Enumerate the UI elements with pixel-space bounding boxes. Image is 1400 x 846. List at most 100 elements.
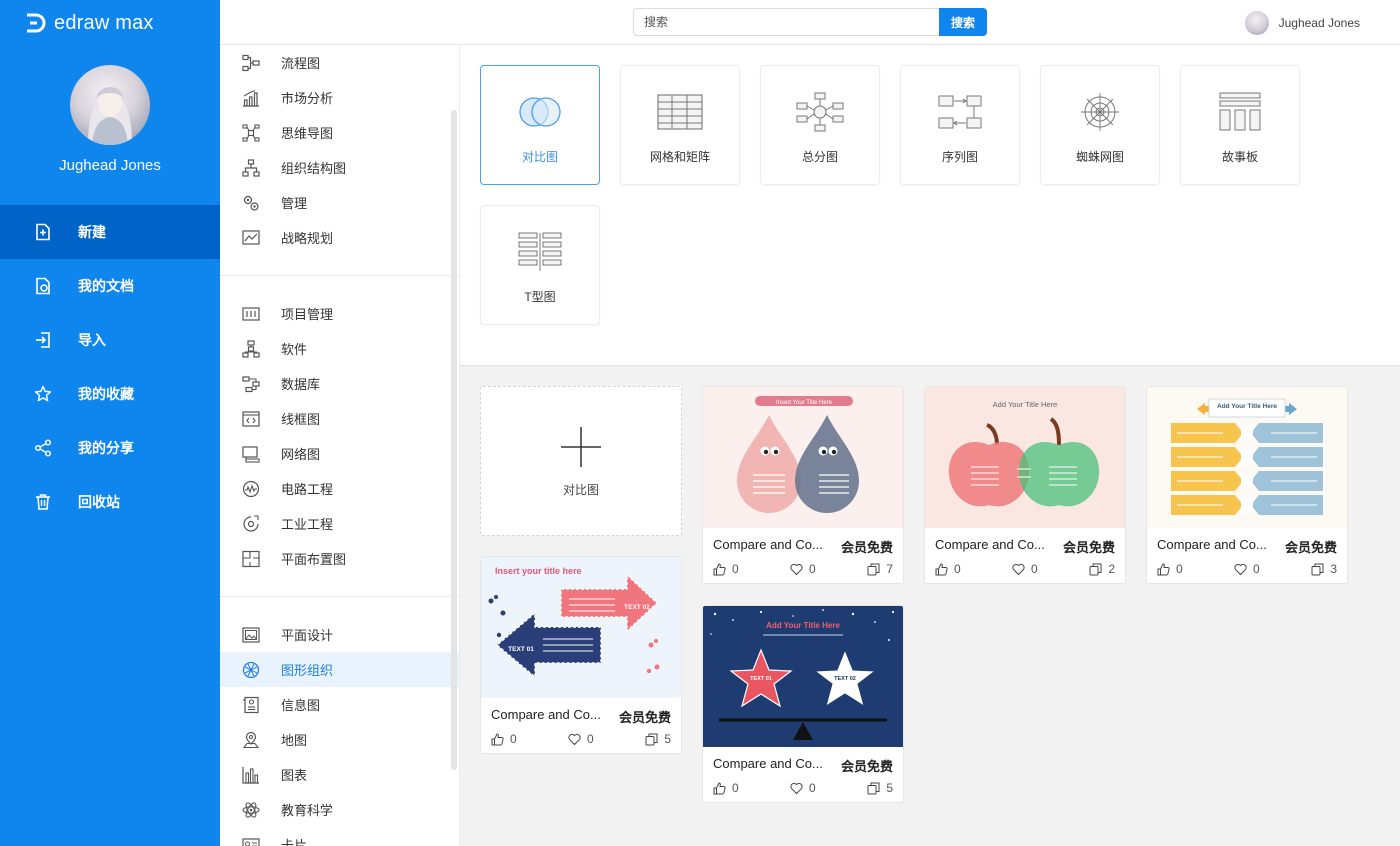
- template-card[interactable]: Add Your Title Here TEXT 01 TEXT 02 Comp…: [702, 605, 904, 803]
- type-card-comparison[interactable]: 对比图: [480, 65, 600, 185]
- favorites-stat[interactable]: 0: [790, 781, 816, 795]
- category-item-infographic[interactable]: 信息图: [220, 687, 459, 722]
- top-header: 搜索 Jughead Jones: [220, 0, 1400, 45]
- category-item-circuit[interactable]: 电路工程: [220, 471, 459, 506]
- type-card-hub-spoke[interactable]: 总分图: [760, 65, 880, 185]
- category-label: 思维导图: [281, 126, 334, 141]
- category-item-wireframe[interactable]: 线框图: [220, 401, 459, 436]
- type-card-label: 故事板: [1221, 150, 1258, 164]
- favorites-stat[interactable]: 0: [1234, 562, 1260, 576]
- favorites-stat[interactable]: 0: [568, 732, 594, 746]
- spider-web-icon: [1081, 93, 1119, 131]
- category-item-management[interactable]: 管理: [220, 185, 459, 220]
- type-card-label: 总分图: [801, 150, 838, 164]
- likes-count: 0: [732, 562, 739, 576]
- category-item-database[interactable]: 数据库: [220, 366, 459, 401]
- type-card-storyboard[interactable]: 故事板: [1180, 65, 1300, 185]
- copies-count: 5: [664, 732, 671, 746]
- copies-stat[interactable]: 3: [1311, 562, 1337, 576]
- template-thumbnail: Insert your title here TEXT 02 TEXT 01: [481, 557, 681, 698]
- likes-stat[interactable]: 0: [713, 781, 739, 795]
- search-input[interactable]: [633, 8, 939, 36]
- likes-stat[interactable]: 0: [713, 562, 739, 576]
- template-card[interactable]: Add Your Title Here Compare and Co... 会员…: [1146, 386, 1348, 584]
- favorites-count: 0: [809, 781, 816, 795]
- category-item-graphic-organizer[interactable]: 图形组织: [220, 652, 459, 687]
- likes-count: 0: [510, 732, 517, 746]
- type-card-spider-web[interactable]: 蜘蛛网图: [1040, 65, 1160, 185]
- bar-chart-icon: [243, 89, 259, 107]
- nav-item-my-shares[interactable]: 我的分享: [0, 421, 220, 475]
- likes-stat[interactable]: 0: [491, 732, 517, 746]
- nav-item-label: 我的文档: [78, 278, 134, 294]
- industrial-icon: [243, 514, 259, 532]
- favorites-stat[interactable]: 0: [1012, 562, 1038, 576]
- thumbnail-heading: Insert Your Title Here: [776, 400, 833, 406]
- graphic-organizer-icon: [242, 661, 260, 678]
- nav-item-favorites[interactable]: 我的收藏: [0, 367, 220, 421]
- nav-item-import[interactable]: 导入: [0, 313, 220, 367]
- nav-item-new[interactable]: 新建: [0, 205, 220, 259]
- category-item-mind-map[interactable]: 思维导图: [220, 115, 459, 150]
- search-button[interactable]: 搜索: [939, 8, 987, 36]
- thumbnail-label: TEXT 02: [624, 604, 650, 611]
- category-label: 线框图: [281, 412, 321, 427]
- category-item-floor-plan[interactable]: 平面布置图: [220, 541, 459, 576]
- user-avatar[interactable]: [70, 65, 150, 145]
- category-scrollbar[interactable]: [451, 110, 457, 770]
- type-card-sequence[interactable]: 序列图: [900, 65, 1020, 185]
- favorites-stat[interactable]: 0: [790, 562, 816, 576]
- template-price: 会员免费: [840, 540, 893, 555]
- nav-item-recycle-bin[interactable]: 回收站: [0, 475, 220, 529]
- category-item-market-analysis[interactable]: 市场分析: [220, 80, 459, 115]
- type-card-label: 网格和矩阵: [649, 150, 710, 164]
- likes-stat[interactable]: 0: [935, 562, 961, 576]
- category-item-software[interactable]: 软件: [220, 331, 459, 366]
- new-blank-template-card[interactable]: 对比图: [480, 386, 682, 536]
- category-item-education-science[interactable]: 教育科学: [220, 792, 459, 827]
- flowchart-icon: [242, 54, 260, 71]
- copies-stat[interactable]: 2: [1089, 562, 1115, 576]
- category-item-cards[interactable]: 卡片: [220, 827, 459, 846]
- plus-icon: [561, 427, 601, 467]
- type-card-t-chart[interactable]: T型图: [480, 205, 600, 325]
- category-item-map[interactable]: 地图: [220, 722, 459, 757]
- category-label: 图表: [281, 768, 308, 783]
- category-item-network[interactable]: 网络图: [220, 436, 459, 471]
- template-price: 会员免费: [1284, 540, 1337, 555]
- category-item-industrial[interactable]: 工业工程: [220, 506, 459, 541]
- sequence-icon: [938, 95, 982, 129]
- category-label: 平面设计: [281, 628, 334, 643]
- category-label: 工业工程: [281, 517, 334, 532]
- wireframe-icon: [242, 410, 260, 427]
- circuit-icon: [242, 480, 260, 497]
- copies-stat[interactable]: 7: [867, 562, 893, 576]
- type-card-label: 序列图: [941, 150, 978, 164]
- header-user-menu[interactable]: Jughead Jones: [1244, 11, 1360, 35]
- category-item-strategy[interactable]: 战略规划: [220, 220, 459, 255]
- copies-count: 2: [1108, 562, 1115, 576]
- copy-icon: [1089, 563, 1102, 575]
- category-label: 软件: [281, 342, 308, 357]
- copies-stat[interactable]: 5: [867, 781, 893, 795]
- category-item-flowchart[interactable]: 流程图: [220, 45, 459, 80]
- grid-matrix-icon: [657, 94, 703, 130]
- header-avatar[interactable]: [1244, 11, 1269, 35]
- template-card[interactable]: Insert your title here TEXT 02 TEXT 01 C…: [480, 556, 682, 754]
- type-card-grid-matrix[interactable]: 网格和矩阵: [620, 65, 740, 185]
- template-card[interactable]: Add Your Title Here Compare and Co... 会员…: [924, 386, 1126, 584]
- category-item-org-chart[interactable]: 组织结构图: [220, 150, 459, 185]
- category-item-project-management[interactable]: 项目管理: [220, 296, 459, 331]
- heart-icon: [1234, 563, 1247, 575]
- nav-item-my-documents[interactable]: 我的文档: [0, 259, 220, 313]
- logo-text: edraw max: [54, 11, 154, 34]
- template-stats: 0 0 2: [935, 562, 1115, 578]
- template-title: Compare and Co...: [935, 537, 1045, 552]
- copies-stat[interactable]: 5: [645, 732, 671, 746]
- likes-count: 0: [954, 562, 961, 576]
- template-card[interactable]: Insert Your Title Here Compare and Co...…: [702, 386, 904, 584]
- category-item-charts[interactable]: 图表: [220, 757, 459, 792]
- category-item-graphic-design[interactable]: 平面设计: [220, 617, 459, 652]
- likes-stat[interactable]: 0: [1157, 562, 1183, 576]
- app-logo[interactable]: edraw max: [24, 10, 154, 36]
